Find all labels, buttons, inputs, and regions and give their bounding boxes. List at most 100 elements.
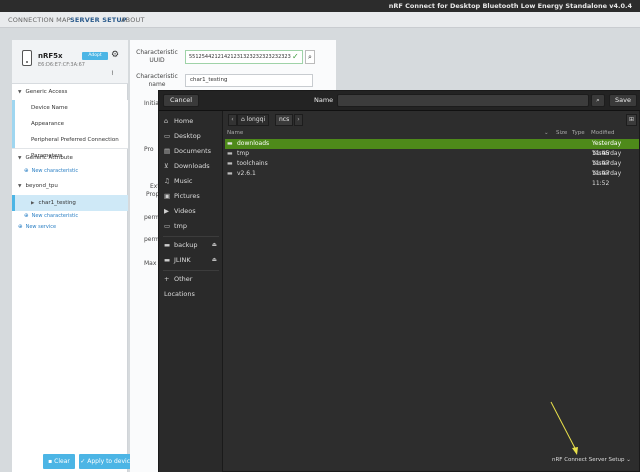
eject-icon[interactable]: ⏏ bbox=[212, 253, 217, 268]
characteristic-ppcp[interactable]: Peripheral Preferred Connection Paramete… bbox=[12, 132, 128, 159]
search-button[interactable]: ⌕ bbox=[305, 50, 315, 64]
phone-icon bbox=[22, 50, 32, 66]
places-sidebar: ⌂ Home ▭ Desktop ▤ Documents ⊻ Downloads ♫ Mu… bbox=[159, 111, 223, 472]
apply-label: Apply to device bbox=[87, 458, 134, 465]
server-tree-panel: nRF5x E6:D6:E7:CF:3A:67 Adopt ⚙ ⌇ ▼ Gener… bbox=[12, 40, 128, 472]
path-forward-button[interactable]: › bbox=[294, 114, 303, 126]
tab-connection-map[interactable]: CONNECTION MAP bbox=[8, 16, 71, 24]
plus-icon: + bbox=[164, 275, 170, 283]
device-backup[interactable]: ▬ backup ⏏ bbox=[159, 238, 223, 253]
new-characteristic-link[interactable]: ⊕ New characteristic bbox=[12, 211, 128, 222]
column-name[interactable]: Name bbox=[227, 130, 243, 136]
characteristic-label: Appearance bbox=[31, 121, 65, 127]
place-desktop[interactable]: ▭ Desktop bbox=[159, 129, 223, 144]
caret-down-icon: ▼ bbox=[18, 156, 22, 161]
clear-label: Clear bbox=[54, 458, 70, 465]
cancel-button[interactable]: Cancel bbox=[163, 94, 199, 107]
file-row[interactable]: ▬ toolchains Yesterday 11:47 bbox=[225, 159, 639, 177]
characteristic-appearance[interactable]: Appearance bbox=[12, 116, 128, 132]
app-title: nRF Connect for Desktop Bluetooth Low En… bbox=[388, 2, 632, 10]
caret-down-icon: ▼ bbox=[18, 184, 22, 189]
place-label: Pictures bbox=[174, 192, 200, 200]
download-icon: ⊻ bbox=[164, 162, 169, 170]
drive-icon: ▬ bbox=[164, 241, 171, 249]
music-icon: ♫ bbox=[164, 177, 170, 185]
filename-input[interactable] bbox=[337, 94, 589, 107]
characteristic-name-input[interactable]: char1_testing bbox=[185, 74, 313, 87]
device-card: nRF5x E6:D6:E7:CF:3A:67 Adopt ⚙ ⌇ bbox=[12, 40, 128, 84]
caret-down-icon: ▼ bbox=[18, 90, 22, 95]
place-label: Home bbox=[174, 117, 194, 125]
chevron-down-icon: ⌄ bbox=[626, 457, 631, 463]
save-button[interactable]: Save bbox=[609, 94, 637, 107]
other-locations[interactable]: + Other Locations bbox=[159, 272, 223, 298]
service-generic-attribute[interactable]: ▼ Generic Attribute bbox=[12, 150, 128, 166]
characteristic-label: char1_testing bbox=[38, 200, 76, 206]
home-icon: ⌂ bbox=[164, 117, 169, 125]
dialog-search-button[interactable]: ⌕ bbox=[591, 94, 605, 107]
crumb-ncs[interactable]: ncs bbox=[275, 114, 294, 126]
folder-icon: ▬ bbox=[227, 170, 233, 177]
title-bar: nRF Connect for Desktop Bluetooth Low En… bbox=[0, 0, 640, 12]
apply-to-device-button[interactable]: ✓ Apply to device bbox=[79, 454, 135, 469]
uuid-input[interactable]: 55125442121421231323232323232323 bbox=[185, 50, 303, 64]
device-name: nRF5x bbox=[38, 52, 63, 60]
folder-icon: ▬ bbox=[227, 140, 233, 147]
service-generic-access[interactable]: ▼ Generic Access bbox=[12, 84, 128, 100]
drive-icon: ▬ bbox=[164, 256, 171, 264]
tab-server-setup[interactable]: SERVER SETUP bbox=[70, 16, 127, 24]
clear-button[interactable]: ▪ Clear bbox=[43, 454, 75, 469]
device-label: JLINK bbox=[174, 256, 191, 264]
file-type-filter[interactable]: nRF Connect Server Setup ⌄ bbox=[552, 457, 631, 463]
sort-chevron-icon[interactable]: ⌄ bbox=[544, 130, 549, 136]
crumb-longqi[interactable]: ⌂ longqi bbox=[237, 114, 270, 126]
place-pictures[interactable]: ▣ Pictures bbox=[159, 189, 223, 204]
eject-icon[interactable]: ⏏ bbox=[212, 238, 217, 253]
divider bbox=[163, 236, 219, 237]
place-label: tmp bbox=[174, 222, 188, 230]
service-beyond-tpu[interactable]: ▼ beyond_tpu bbox=[12, 178, 128, 194]
path-bar: ‹ ⌂ longqi ncs › ⊞ bbox=[223, 111, 640, 129]
file-list-header: Name ⌄ Size Type Modified bbox=[223, 129, 640, 138]
file-row[interactable]: ▬ tmp Yesterday 11:47 bbox=[225, 149, 639, 167]
nav-bar: CONNECTION MAP SERVER SETUP ABOUT bbox=[0, 12, 640, 28]
place-music[interactable]: ♫ Music bbox=[159, 174, 223, 189]
search-icon: ⌕ bbox=[308, 53, 312, 61]
file-name: toolchains bbox=[237, 160, 268, 167]
new-folder-button[interactable]: ⊞ bbox=[626, 114, 637, 126]
new-characteristic-link[interactable]: ⊕ New characteristic bbox=[12, 166, 128, 177]
device-jlink[interactable]: ▬ JLINK ⏏ bbox=[159, 253, 223, 268]
rss-icon: ⌇ bbox=[111, 70, 114, 77]
adopt-button[interactable]: Adopt bbox=[82, 52, 108, 60]
new-folder-icon: ⊞ bbox=[628, 116, 635, 123]
folder-icon: ▭ bbox=[164, 132, 171, 140]
place-downloads[interactable]: ⊻ Downloads bbox=[159, 159, 223, 174]
place-documents[interactable]: ▤ Documents bbox=[159, 144, 223, 159]
column-type[interactable]: Type bbox=[572, 130, 585, 136]
file-name: tmp bbox=[237, 150, 250, 157]
file-row[interactable]: ▬ downloads Yesterday 11:45 bbox=[225, 139, 639, 157]
document-icon: ▤ bbox=[164, 147, 171, 155]
place-tmp[interactable]: ▭ tmp bbox=[159, 219, 223, 234]
name-label: Characteristic name bbox=[136, 73, 178, 88]
place-label: Desktop bbox=[174, 132, 201, 140]
folder-icon: ▬ bbox=[227, 150, 233, 157]
place-home[interactable]: ⌂ Home bbox=[159, 114, 223, 129]
tab-about[interactable]: ABOUT bbox=[121, 16, 145, 24]
characteristic-char1-testing[interactable]: ▶ char1_testing bbox=[12, 195, 128, 211]
path-back-button[interactable]: ‹ bbox=[228, 114, 237, 126]
folder-icon: ▬ bbox=[227, 160, 233, 167]
place-videos[interactable]: ▶ Videos bbox=[159, 204, 223, 219]
link-label: New characteristic bbox=[31, 213, 79, 219]
column-size[interactable]: Size bbox=[556, 130, 567, 136]
video-icon: ▶ bbox=[164, 207, 169, 215]
characteristic-device-name[interactable]: Device Name bbox=[12, 100, 128, 116]
device-address: E6:D6:E7:CF:3A:67 bbox=[38, 62, 85, 68]
dialog-header: Cancel Name ⌕ Save bbox=[159, 91, 640, 111]
new-service-link[interactable]: ⊕ New service bbox=[12, 222, 128, 233]
column-modified[interactable]: Modified bbox=[591, 130, 614, 136]
divider bbox=[163, 270, 219, 271]
file-row[interactable]: ▬ v2.6.1 Yesterday 11:52 bbox=[225, 169, 639, 187]
plus-icon: ⊕ bbox=[24, 213, 29, 219]
gear-icon[interactable]: ⚙ bbox=[111, 50, 119, 60]
